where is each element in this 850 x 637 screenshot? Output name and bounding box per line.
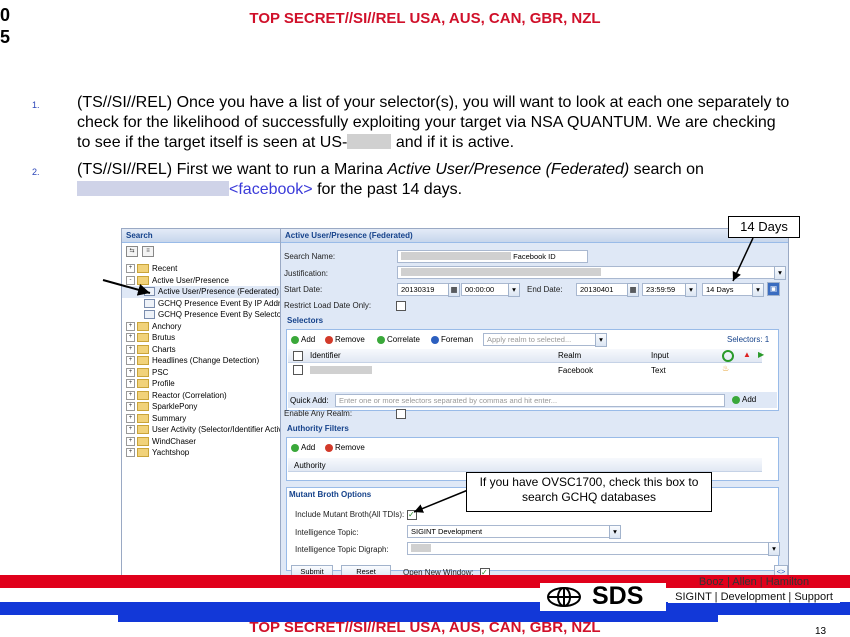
footer-company: Booz | Allen | Hamilton: [698, 576, 810, 588]
annotation-arrows: [102, 237, 754, 513]
arrow-to-14-days: [732, 237, 754, 282]
footer-blue-bar: [0, 602, 850, 615]
globe-icon: [547, 587, 581, 607]
arrow-to-mutant-broth: [413, 489, 469, 513]
arrow-to-active-user: [102, 279, 151, 296]
sds-logo-text: SDS: [592, 582, 644, 610]
callout-ovsc1700: If you have OVSC1700, check this box to …: [466, 472, 712, 512]
page-number: 13: [815, 626, 827, 637]
footer-dept: SIGINT | Development | Support: [668, 591, 840, 603]
classification-bottom: TOP SECRET//SI//REL USA, AUS, CAN, GBR, …: [249, 619, 601, 636]
sds-logo-box: SDS: [540, 583, 666, 611]
callout-14-days: 14 Days: [728, 216, 800, 238]
